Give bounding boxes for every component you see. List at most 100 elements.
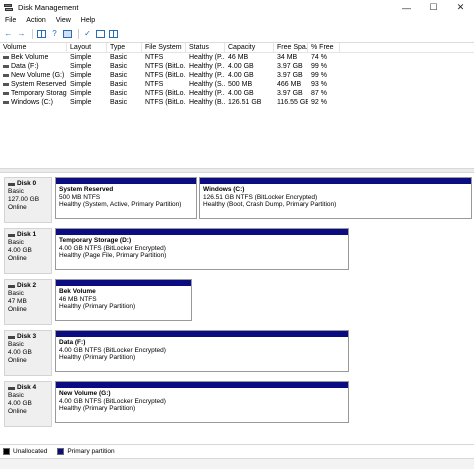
volume-cell-text: 46 MB — [228, 54, 249, 61]
column-header-volume[interactable]: Volume — [0, 43, 67, 52]
legend-swatch-unallocated — [3, 448, 10, 455]
disk-icon — [8, 233, 15, 237]
volume-cell: 116.55 GB — [274, 98, 308, 107]
menu-help[interactable]: Help — [76, 17, 100, 24]
disk-info[interactable]: Disk 4 Basic 4.00 GB Online — [4, 381, 52, 427]
back-arrow-icon[interactable]: ← — [3, 28, 14, 39]
toolbar-separator — [78, 28, 79, 39]
volume-icon — [3, 91, 9, 95]
disk-info[interactable]: Disk 1 Basic 4.00 GB Online — [4, 228, 52, 274]
volume-cell: System Reserved — [0, 80, 67, 89]
forward-arrow-icon[interactable]: → — [16, 28, 27, 39]
menu-file[interactable]: File — [0, 17, 21, 24]
volume-cell: 466 MB — [274, 80, 308, 89]
volume-cell: Healthy (P... — [186, 53, 225, 62]
disk-icon — [8, 284, 15, 288]
volume-cell: Healthy (P... — [186, 62, 225, 71]
volume-cell-text: 3.97 GB — [277, 63, 303, 70]
volume-cell: 3.97 GB — [274, 62, 308, 71]
disk-size: 127.00 GB — [8, 196, 40, 203]
volume-row[interactable]: System Reserved Simple Basic NTFS Healthy (S… — [0, 80, 474, 89]
partition-data-f[interactable]: Data (F:) 4.00 GB NTFS (BitLocker Encryp… — [55, 330, 349, 372]
volume-cell-text: Data (F:) — [11, 63, 39, 70]
volume-cell: NTFS (BitLo... — [142, 89, 186, 98]
volume-cell: 4.00 GB — [225, 71, 274, 80]
volume-cell-text: NTFS (BitLo... — [145, 99, 186, 106]
volume-cell-text: Basic — [110, 54, 128, 61]
volume-cell-text: Simple — [70, 63, 92, 70]
check-icon[interactable]: ✓ — [82, 28, 93, 39]
volume-row[interactable]: Data (F:) Simple Basic NTFS (BitLo... Health… — [0, 62, 474, 71]
volume-cell: 3.97 GB — [274, 89, 308, 98]
volume-row[interactable]: Windows (C:) Simple Basic NTFS (BitLo... Hea… — [0, 98, 474, 107]
volume-cell: NTFS (BitLo... — [142, 98, 186, 107]
menu-action[interactable]: Action — [21, 17, 50, 24]
volume-cell-text: 87 % — [311, 90, 327, 97]
toolbar-separator — [32, 28, 33, 39]
close-button[interactable]: ✕ — [447, 0, 474, 15]
volume-row[interactable]: Temporary Storag... Simple Basic NTFS (BitL… — [0, 89, 474, 98]
volume-cell: Basic — [107, 71, 142, 80]
column-header-type[interactable]: Type — [107, 43, 142, 52]
properties-icon[interactable] — [62, 28, 73, 39]
volume-cell-text: Healthy (B... — [189, 99, 225, 106]
volume-cell-text: Bek Volume — [11, 54, 49, 61]
partition-name: New Volume (G:) — [59, 390, 111, 397]
disk-row-0: Disk 0 Basic 127.00 GB Online System Res… — [2, 175, 472, 223]
volume-cell: Healthy (S... — [186, 80, 225, 89]
volume-cell-text: Healthy (P... — [189, 90, 225, 97]
window-title: Disk Management — [18, 3, 79, 12]
volume-cell-text: 4.00 GB — [228, 63, 254, 70]
volume-cell: Healthy (P... — [186, 89, 225, 98]
volume-cell-text: 3.97 GB — [277, 90, 303, 97]
disk-type: Basic — [8, 290, 24, 297]
disk-row-3: Disk 3 Basic 4.00 GB Online Data (F:) 4.… — [2, 328, 472, 376]
legend: Unallocated Primary partition — [0, 444, 474, 458]
volume-cell: New Volume (G:) — [0, 71, 67, 80]
disk-info[interactable]: Disk 2 Basic 47 MB Online — [4, 279, 52, 325]
volume-cell-text: Basic — [110, 90, 128, 97]
partition-system-reserved[interactable]: System Reserved 500 MB NTFS Healthy (Sys… — [55, 177, 197, 219]
partition-bek-volume[interactable]: Bek Volume 46 MB NTFS Healthy (Primary P… — [55, 279, 192, 321]
partition-health: Healthy (Page File, Primary Partition) — [59, 252, 167, 259]
volume-cell-text: 92 % — [311, 99, 327, 106]
volume-row[interactable]: Bek Volume Simple Basic NTFS Healthy (P... 46… — [0, 53, 474, 62]
column-header-capacity[interactable]: Capacity — [225, 43, 274, 52]
volume-cell-text: NTFS (BitLo... — [145, 72, 186, 79]
volume-cell: Basic — [107, 80, 142, 89]
column-header-percent-free[interactable]: % Free — [308, 43, 340, 52]
volume-cell: 87 % — [308, 89, 340, 98]
partition-detail: 4.00 GB NTFS (BitLocker Encrypted) — [59, 244, 166, 252]
volume-icon — [3, 55, 9, 59]
volume-cell: NTFS — [142, 80, 186, 89]
maximize-button[interactable]: ☐ — [420, 0, 447, 15]
delete-icon[interactable] — [95, 28, 106, 39]
column-header-layout[interactable]: Layout — [67, 43, 107, 52]
view-icon[interactable] — [108, 28, 119, 39]
volume-cell-text: Temporary Storag... — [11, 90, 67, 97]
volume-icon — [3, 82, 9, 86]
console-tree-icon[interactable] — [36, 28, 47, 39]
column-header-free-space[interactable]: Free Spa... — [274, 43, 308, 52]
volume-cell: NTFS — [142, 53, 186, 62]
volume-row[interactable]: New Volume (G:) Simple Basic NTFS (BitLo...… — [0, 71, 474, 80]
column-header-status[interactable]: Status — [186, 43, 225, 52]
column-header-file-system[interactable]: File System — [142, 43, 186, 52]
partition-windows-c[interactable]: Windows (C:) 126.51 GB NTFS (BitLocker E… — [199, 177, 472, 219]
volume-cell: 46 MB — [225, 53, 274, 62]
menu-view[interactable]: View — [51, 17, 76, 24]
volume-cell-text: 466 MB — [277, 81, 302, 88]
minimize-button[interactable]: — — [393, 0, 420, 15]
disk-icon — [8, 182, 15, 186]
volume-cell-text: Basic — [110, 72, 128, 79]
volume-cell: Simple — [67, 89, 107, 98]
disk-info[interactable]: Disk 0 Basic 127.00 GB Online — [4, 177, 52, 223]
partition-new-volume-g[interactable]: New Volume (G:) 4.00 GB NTFS (BitLocker … — [55, 381, 349, 423]
partition-temporary-storage-d[interactable]: Temporary Storage (D:) 4.00 GB NTFS (Bit… — [55, 228, 349, 270]
volume-cell: Healthy (B... — [186, 98, 225, 107]
help-icon[interactable]: ? — [49, 28, 60, 39]
partition-name: Data (F:) — [59, 339, 86, 346]
disk-type: Basic — [8, 239, 24, 246]
disk-info[interactable]: Disk 3 Basic 4.00 GB Online — [4, 330, 52, 376]
volume-cell-text: Simple — [70, 54, 92, 61]
